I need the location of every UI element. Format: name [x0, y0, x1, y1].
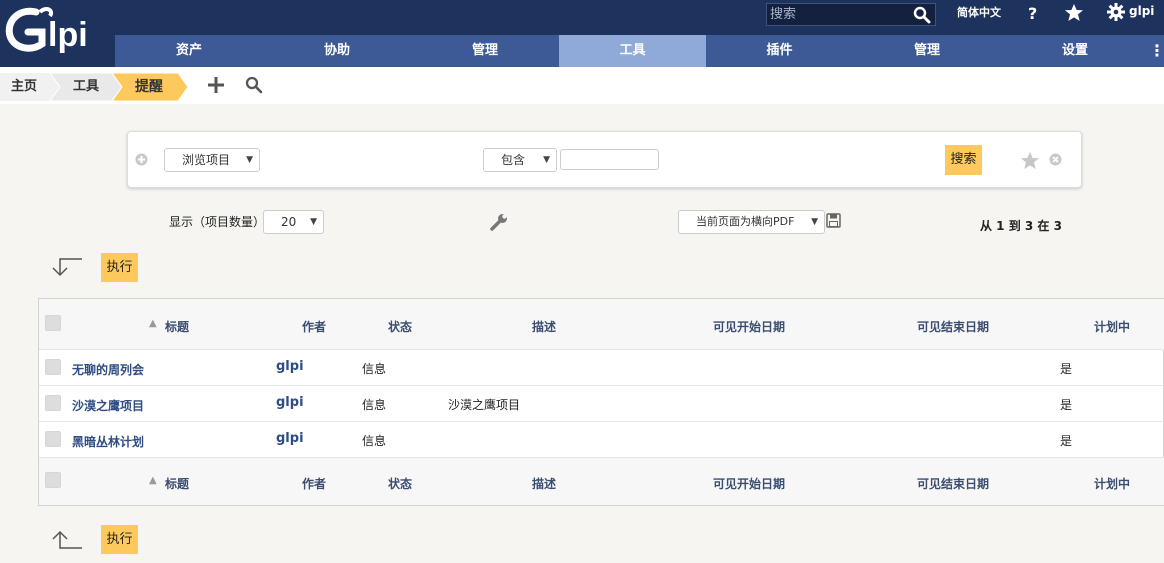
global-search-input[interactable] [767, 4, 907, 25]
column-footer-planned[interactable]: 计划中 [1094, 475, 1130, 492]
table-row: 无聊的周列会 glpi 信息 是 [39, 349, 1164, 385]
main-nav: 资产 协助 管理 工具 插件 管理 设置 ⋮ [0, 35, 1164, 67]
column-footer-description[interactable]: 描述 [532, 475, 556, 492]
field-select-value: 浏览项目 [182, 153, 231, 167]
page-size-label: 显示（项目数量） [169, 215, 266, 229]
page-size-value: 20 [281, 215, 297, 229]
column-header-title[interactable]: 标题 [165, 318, 189, 335]
search-button[interactable]: 搜索 [945, 145, 982, 175]
row-title-link[interactable]: 黑暗丛林计划 [72, 433, 144, 450]
save-export-icon[interactable] [826, 213, 841, 228]
wrench-icon[interactable] [489, 212, 509, 232]
column-footer-status[interactable]: 状态 [388, 475, 412, 492]
search-value-input[interactable] [560, 149, 659, 170]
execute-button-top[interactable]: 执行 [101, 253, 138, 282]
row-description: 沙漠之鹰项目 [448, 398, 521, 412]
reset-search-icon[interactable] [1049, 153, 1062, 166]
add-criterion-icon[interactable] [135, 153, 148, 166]
operator-select-value: 包含 [501, 153, 526, 167]
row-author-link[interactable]: glpi [276, 395, 304, 410]
breadcrumb: 主页 工具 提醒 [0, 67, 1164, 104]
column-header-status[interactable]: 状态 [388, 318, 412, 335]
help-icon[interactable]: ? [1026, 4, 1040, 22]
sort-asc-icon: ▲ [149, 475, 157, 486]
star-icon[interactable] [1064, 3, 1084, 22]
nav-item-assets[interactable]: 资产 [115, 35, 263, 67]
more-menu-icon[interactable]: ⋮ [1149, 35, 1164, 67]
column-header-author[interactable]: 作者 [302, 318, 326, 335]
table-header-row: ▲ 标题 作者 状态 描述 可见开始日期 可见结束日期 计划中 [39, 299, 1164, 349]
nav-item-administration[interactable]: 管理 [853, 35, 1001, 67]
row-checkbox[interactable] [45, 395, 61, 411]
breadcrumb-home[interactable]: 主页 [11, 73, 37, 101]
chevron-down-icon: ▼ [811, 217, 818, 227]
search-icon[interactable] [245, 76, 263, 94]
row-title-link[interactable]: 无聊的周列会 [72, 361, 144, 378]
export-format-value: 当前页面为横向PDF [696, 215, 795, 228]
export-format-select[interactable]: 当前页面为横向PDF ▼ [678, 210, 825, 234]
nav-item-tools[interactable]: 工具 [559, 35, 706, 67]
column-header-visible-end[interactable]: 可见结束日期 [917, 318, 989, 335]
arrow-down-left-icon [52, 258, 82, 277]
operator-select[interactable]: 包含 ▼ [483, 148, 557, 172]
row-planned: 是 [1060, 398, 1073, 412]
breadcrumb-reminders[interactable]: 提醒 [135, 73, 163, 101]
column-footer-visible-start[interactable]: 可见开始日期 [713, 475, 785, 492]
reminders-table: ▲ 标题 作者 状态 描述 可见开始日期 可见结束日期 计划中 无聊的周列会 g… [38, 298, 1164, 506]
column-footer-title[interactable]: 标题 [165, 475, 189, 492]
table-footer-row: ▲ 标题 作者 状态 描述 可见开始日期 可见结束日期 计划中 [39, 457, 1164, 505]
add-icon[interactable] [207, 76, 225, 94]
save-search-star-icon[interactable] [1020, 151, 1040, 170]
nav-item-setup[interactable]: 设置 [1001, 35, 1149, 67]
language-selector[interactable]: 简体中文 [957, 4, 1001, 20]
chevron-down-icon: ▼ [543, 155, 550, 165]
nav-item-plugins[interactable]: 插件 [706, 35, 853, 67]
svg-text:?: ? [1028, 4, 1037, 22]
row-checkbox[interactable] [45, 359, 61, 375]
nav-item-assistance[interactable]: 协助 [263, 35, 411, 67]
row-status: 信息 [362, 362, 387, 376]
chevron-down-icon: ▼ [310, 217, 317, 227]
row-author-link[interactable]: glpi [276, 359, 304, 374]
row-planned: 是 [1060, 434, 1073, 448]
chevron-down-icon: ▼ [246, 155, 253, 165]
top-bar: lpi 简体中文 ? glpi 资产 协助 管理 工具 插件 管理 设置 [0, 0, 1164, 67]
row-status: 信息 [362, 398, 387, 412]
global-search [766, 3, 936, 26]
field-select[interactable]: 浏览项目 ▼ [164, 148, 260, 172]
table-row: 黑暗丛林计划 glpi 信息 是 [39, 421, 1164, 457]
select-all-checkbox[interactable] [45, 472, 61, 488]
arrow-up-left-icon [52, 530, 82, 549]
column-footer-author[interactable]: 作者 [302, 475, 326, 492]
row-author-link[interactable]: glpi [276, 431, 304, 446]
column-header-visible-start[interactable]: 可见开始日期 [713, 318, 785, 335]
search-icon[interactable] [913, 6, 931, 24]
select-all-checkbox[interactable] [45, 315, 61, 331]
user-name[interactable]: glpi [1129, 4, 1154, 18]
sort-asc-icon: ▲ [149, 318, 157, 329]
search-criteria-panel: 浏览项目 ▼ 包含 ▼ 搜索 [127, 131, 1082, 188]
row-checkbox[interactable] [45, 431, 61, 447]
row-status: 信息 [362, 434, 387, 448]
pagination-info: 从 1 到 3 在 3 [980, 219, 1062, 233]
execute-button-bottom[interactable]: 执行 [101, 525, 138, 554]
column-header-description[interactable]: 描述 [532, 318, 556, 335]
row-title-link[interactable]: 沙漠之鹰项目 [72, 397, 144, 414]
page-size-select[interactable]: 20 ▼ [263, 210, 324, 234]
breadcrumb-tools[interactable]: 工具 [73, 73, 99, 101]
gear-icon[interactable] [1107, 3, 1125, 21]
column-footer-visible-end[interactable]: 可见结束日期 [917, 475, 989, 492]
row-planned: 是 [1060, 362, 1073, 376]
nav-item-management[interactable]: 管理 [411, 35, 559, 67]
column-header-planned[interactable]: 计划中 [1094, 318, 1130, 335]
table-row: 沙漠之鹰项目 glpi 信息 沙漠之鹰项目 是 [39, 385, 1164, 421]
